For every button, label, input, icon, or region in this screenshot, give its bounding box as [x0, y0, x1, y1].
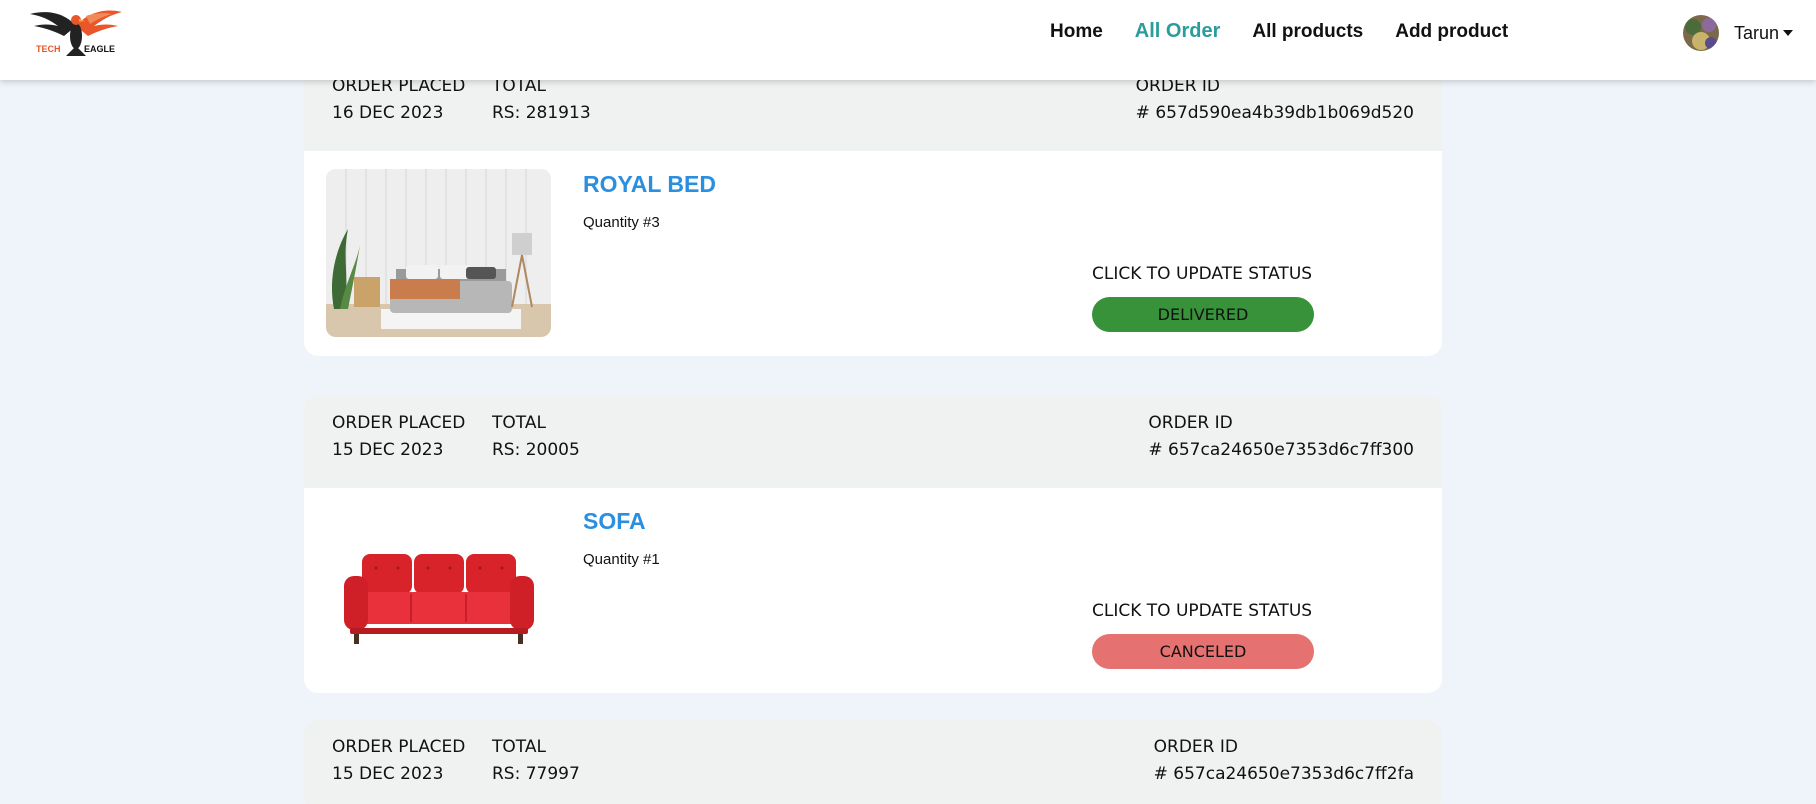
- order-card: ORDER PLACED 15 DEC 2023 TOTAL RS: 20005…: [304, 396, 1442, 693]
- order-placed-label: ORDER PLACED: [332, 737, 466, 757]
- status-button-canceled[interactable]: CANCELED: [1092, 634, 1314, 669]
- nav-home[interactable]: Home: [1050, 21, 1103, 43]
- nav-all-order[interactable]: All Order: [1135, 20, 1221, 43]
- order-header: ORDER PLACED 15 DEC 2023 TOTAL RS: 20005…: [304, 396, 1442, 488]
- logo-text-eagle: EAGLE: [84, 44, 116, 54]
- order-total: TOTAL RS: 20005: [492, 410, 580, 464]
- order-header: ORDER PLACED 15 DEC 2023 TOTAL RS: 77997…: [304, 720, 1442, 804]
- user-name: Tarun: [1734, 22, 1780, 43]
- order-placed: ORDER PLACED 15 DEC 2023: [332, 410, 465, 464]
- main-nav: Home All Order All products Add product: [1050, 20, 1540, 43]
- order-card: ORDER PLACED 15 DEC 2023 TOTAL RS: 77997…: [304, 720, 1442, 804]
- order-id-label: ORDER ID: [1153, 737, 1238, 757]
- order-placed-date: 16 DEC 2023: [332, 103, 444, 123]
- order-placed: ORDER PLACED 15 DEC 2023: [332, 734, 465, 788]
- order-id-value: # 657ca24650e7353d6c7ff300: [1148, 440, 1414, 460]
- logo-text-tech: TECH: [36, 44, 61, 54]
- product-name-link[interactable]: SOFA: [583, 508, 646, 535]
- order-total-value: RS: 20005: [492, 440, 580, 460]
- order-total-label: TOTAL: [492, 737, 546, 757]
- order-placed-label: ORDER PLACED: [332, 413, 466, 433]
- order-id-label: ORDER ID: [1148, 413, 1233, 433]
- product-quantity: Quantity #1: [583, 551, 660, 568]
- tech-eagle-logo[interactable]: TECH EAGLE: [28, 6, 124, 60]
- order-placed-date: 15 DEC 2023: [332, 764, 444, 784]
- order-id-value: # 657d590ea4b39db1b069d520: [1135, 103, 1414, 123]
- order-placed: ORDER PLACED 16 DEC 2023: [332, 73, 465, 127]
- order-total-value: RS: 281913: [492, 103, 591, 123]
- avatar: [1683, 15, 1719, 51]
- order-body: SOFA Quantity #1 CLICK TO UPDATE STATUS …: [304, 488, 1442, 693]
- order-placed-date: 15 DEC 2023: [332, 440, 444, 460]
- update-status-label: CLICK TO UPDATE STATUS: [1092, 601, 1313, 621]
- product-quantity: Quantity #3: [583, 214, 660, 231]
- bed-image[interactable]: [326, 169, 551, 337]
- order-id: ORDER ID # 657ca24650e7353d6c7ff2fa: [1154, 734, 1414, 788]
- status-button-delivered[interactable]: DELIVERED: [1092, 297, 1314, 332]
- order-total: TOTAL RS: 281913: [492, 73, 591, 127]
- order-total-label: TOTAL: [492, 413, 546, 433]
- order-total-value: RS: 77997: [492, 764, 580, 784]
- sofa-image[interactable]: [326, 506, 551, 674]
- nav-add-product[interactable]: Add product: [1395, 21, 1508, 43]
- update-status-label: CLICK TO UPDATE STATUS: [1092, 264, 1313, 284]
- order-id-value: # 657ca24650e7353d6c7ff2fa: [1153, 764, 1414, 784]
- order-id: ORDER ID # 657d590ea4b39db1b069d520: [1136, 73, 1414, 127]
- order-card: ORDER PLACED 16 DEC 2023 TOTAL RS: 28191…: [304, 59, 1442, 356]
- chevron-down-icon: [1783, 30, 1794, 36]
- product-name-link[interactable]: ROYAL BED: [583, 171, 716, 198]
- order-body: ROYAL BED Quantity #3 CLICK TO UPDATE ST…: [304, 151, 1442, 356]
- user-menu[interactable]: Tarun: [1683, 15, 1794, 51]
- order-id: ORDER ID # 657ca24650e7353d6c7ff300: [1148, 410, 1414, 464]
- top-navbar: TECH EAGLE Home All Order All products A…: [0, 0, 1816, 80]
- order-total: TOTAL RS: 77997: [492, 734, 580, 788]
- nav-all-products[interactable]: All products: [1252, 21, 1363, 43]
